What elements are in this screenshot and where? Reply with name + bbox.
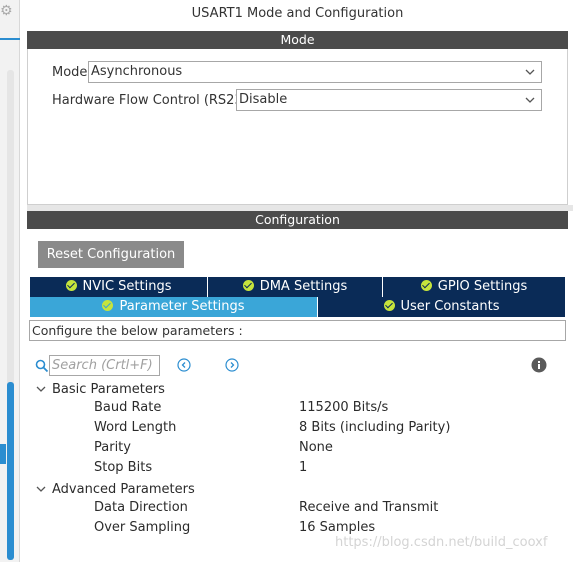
tab-label: User Constants	[400, 299, 500, 314]
divider	[0, 38, 20, 40]
usart1-config-panel: USART1 Mode and Configuration Mode Mode …	[27, 0, 573, 562]
gear-icon[interactable]: ⚙	[0, 4, 14, 18]
flow-control-select-value: Disable	[239, 92, 288, 107]
mode-select-value: Asynchronous	[91, 64, 183, 79]
tab-gpio-settings[interactable]: GPIO Settings	[383, 277, 565, 297]
basic-parameters-group[interactable]: Basic Parameters	[35, 380, 165, 398]
mode-select[interactable]: Asynchronous	[88, 61, 542, 83]
search-input[interactable]: Search (Crtl+F)	[49, 355, 160, 376]
param-value: 1	[299, 460, 308, 475]
tab-label: DMA Settings	[259, 279, 348, 294]
configuration-section-header: Configuration	[27, 211, 568, 229]
scrollbar-thumb[interactable]	[7, 382, 14, 560]
group-title: Advanced Parameters	[52, 481, 195, 497]
tab-label: NVIC Settings	[82, 279, 172, 294]
watermark: https://blog.csdn.net/build_cooxf	[335, 535, 548, 550]
param-name: Baud Rate	[94, 400, 162, 415]
panel-title: USART1 Mode and Configuration	[191, 6, 404, 21]
chevron-down-icon	[525, 69, 535, 75]
flow-control-field-row: Hardware Flow Control (RS232)	[52, 89, 256, 111]
param-row[interactable]: Baud Rate 115200 Bits/s	[94, 400, 564, 418]
param-name: Parity	[94, 440, 131, 455]
configure-hint: Configure the below parameters :	[29, 320, 566, 341]
group-title: Basic Parameters	[52, 381, 165, 397]
previous-icon[interactable]	[177, 358, 191, 372]
tab-user-constants[interactable]: User Constants	[318, 297, 565, 317]
mode-field-row: Mode	[52, 61, 87, 83]
param-row[interactable]: Data Direction Receive and Transmit	[94, 500, 564, 518]
param-name: Word Length	[94, 420, 177, 435]
check-circle-icon	[65, 280, 77, 291]
check-circle-icon	[242, 280, 254, 291]
info-icon[interactable]	[531, 357, 547, 373]
next-icon[interactable]	[225, 358, 239, 372]
mode-label: Mode	[52, 64, 88, 80]
param-value: None	[299, 440, 333, 455]
param-name: Data Direction	[94, 500, 188, 515]
param-value: 8 Bits (including Parity)	[299, 420, 451, 435]
search-icon[interactable]	[35, 359, 49, 373]
collapse-caret-icon[interactable]	[35, 383, 47, 395]
param-value: 115200 Bits/s	[299, 400, 389, 415]
param-value: Receive and Transmit	[299, 500, 439, 515]
param-value: 16 Samples	[299, 520, 376, 535]
param-row[interactable]: Word Length 8 Bits (including Parity)	[94, 420, 564, 438]
selection-marker	[0, 444, 6, 464]
check-circle-icon	[102, 300, 114, 311]
flow-control-label: Hardware Flow Control (RS232)	[52, 92, 257, 108]
advanced-parameters-group[interactable]: Advanced Parameters	[35, 480, 195, 498]
check-circle-icon	[420, 280, 432, 291]
param-name: Stop Bits	[94, 460, 153, 475]
tab-label: Parameter Settings	[119, 299, 245, 314]
mode-section-header: Mode	[27, 31, 568, 49]
flow-control-select[interactable]: Disable	[236, 89, 542, 111]
tab-label: GPIO Settings	[437, 279, 528, 294]
check-circle-icon	[383, 300, 395, 311]
param-name: Over Sampling	[94, 520, 191, 535]
tab-parameter-settings[interactable]: Parameter Settings	[30, 297, 318, 317]
tab-dma-settings[interactable]: DMA Settings	[208, 277, 383, 297]
reset-configuration-button[interactable]: Reset Configuration	[38, 241, 184, 268]
param-row[interactable]: Parity None	[94, 440, 564, 458]
tab-nvic-settings[interactable]: NVIC Settings	[30, 277, 208, 297]
param-row[interactable]: Stop Bits 1	[94, 460, 564, 478]
collapse-caret-icon[interactable]	[35, 483, 47, 495]
left-side-panel: ⚙	[0, 0, 20, 562]
chevron-down-icon	[525, 97, 535, 103]
